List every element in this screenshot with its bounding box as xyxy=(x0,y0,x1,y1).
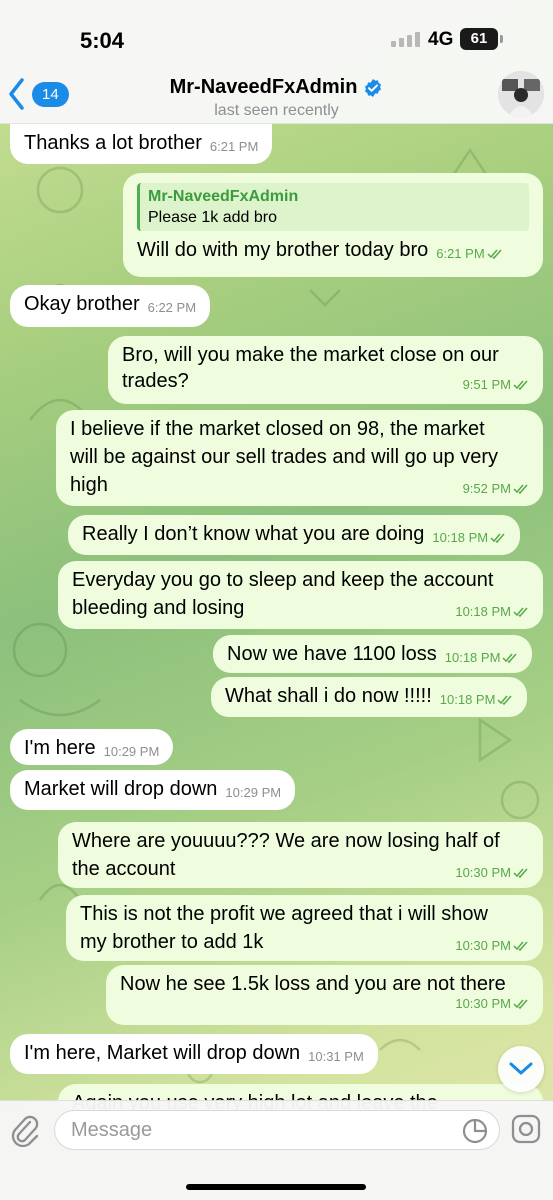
battery-icon: 61 xyxy=(460,28,503,50)
avatar-photo xyxy=(498,71,544,117)
message-time: 6:22 PM xyxy=(147,300,197,315)
double-check-icon xyxy=(497,695,512,706)
message-text: Market will drop down xyxy=(24,778,218,800)
message-text: Now we have 1100 loss xyxy=(227,643,437,665)
camera-icon[interactable] xyxy=(510,1113,542,1145)
message-outgoing[interactable]: Mr-NaveedFxAdmin Please 1k add bro Will … xyxy=(123,173,543,277)
message-outgoing[interactable]: Where are youuuu??? We are now losing ha… xyxy=(58,822,543,888)
double-check-icon xyxy=(513,868,528,879)
message-outgoing[interactable]: Now we have 1100 loss 10:18 PM xyxy=(213,635,533,673)
message-time: 10:29 PM xyxy=(225,785,282,800)
message-time: 10:18 PM xyxy=(432,524,506,552)
message-text: I believe if the market closed on 98, th… xyxy=(70,418,485,440)
double-check-icon xyxy=(490,533,505,544)
chat-header: 14 Mr-NaveedFxAdmin last seen recently xyxy=(0,70,553,124)
message-time: 9:52 PM xyxy=(70,481,529,497)
sticker-icon[interactable] xyxy=(461,1117,489,1145)
double-check-icon xyxy=(513,484,528,495)
message-text: Okay brother xyxy=(24,293,140,315)
message-outgoing[interactable]: Now he see 1.5k loss and you are not the… xyxy=(106,965,543,1025)
status-bar: 5:04 4G 61 xyxy=(0,0,553,70)
verified-badge-icon xyxy=(365,78,382,97)
message-outgoing[interactable]: Everyday you go to sleep and keep the ac… xyxy=(58,561,543,629)
avatar[interactable] xyxy=(498,71,544,117)
message-time: 10:29 PM xyxy=(103,744,160,759)
message-text: This is not the profit we agreed that i … xyxy=(80,903,488,925)
message-incoming[interactable]: Thanks a lot brother 6:21 PM xyxy=(10,124,273,164)
message-outgoing[interactable]: What shall i do now !!!!! 10:18 PM xyxy=(211,677,528,717)
reply-quote[interactable]: Mr-NaveedFxAdmin Please 1k add bro xyxy=(137,183,529,231)
message-time: 10:30 PM xyxy=(120,996,529,1012)
message-text: Thanks a lot brother xyxy=(24,132,202,154)
cellular-signal-icon xyxy=(391,32,420,47)
chat-title: Mr-NaveedFxAdmin xyxy=(169,76,358,98)
paperclip-icon[interactable] xyxy=(10,1113,40,1147)
chat-subtitle: last seen recently xyxy=(214,102,339,119)
message-incoming[interactable]: Okay brother 6:22 PM xyxy=(10,285,211,327)
double-check-icon xyxy=(513,380,528,391)
message-time: 6:21 PM xyxy=(436,240,502,268)
chevron-down-icon xyxy=(509,1062,533,1075)
double-check-icon xyxy=(513,999,528,1010)
message-outgoing[interactable]: Really I don’t know what you are doing 10… xyxy=(68,515,521,555)
message-incoming[interactable]: Market will drop down 10:29 PM xyxy=(10,770,296,810)
message-outgoing[interactable]: Bro, will you make the market close on o… xyxy=(108,336,543,404)
message-text: Where are youuuu??? We are now losing ha… xyxy=(72,830,500,852)
double-check-icon xyxy=(513,607,528,618)
chat-title-area[interactable]: Mr-NaveedFxAdmin last seen recently xyxy=(0,76,553,120)
message-text: will be against our sell trades and will… xyxy=(70,446,498,468)
network-type: 4G xyxy=(428,29,454,50)
message-incoming[interactable]: I'm here 10:29 PM xyxy=(10,729,174,765)
message-text: What shall i do now !!!!! xyxy=(225,685,432,707)
status-time: 5:04 xyxy=(80,28,125,53)
message-outgoing[interactable]: This is not the profit we agreed that i … xyxy=(66,895,543,961)
message-time: 6:21 PM xyxy=(209,139,259,154)
message-text: Will do with my brother today bro xyxy=(137,239,429,261)
message-input[interactable] xyxy=(71,1119,451,1142)
message-outgoing[interactable]: I believe if the market closed on 98, th… xyxy=(56,410,543,506)
reply-author: Mr-NaveedFxAdmin xyxy=(148,188,299,205)
message-text: Everyday you go to sleep and keep the ac… xyxy=(72,569,494,591)
scroll-down-button[interactable] xyxy=(498,1046,544,1092)
message-text: I'm here, Market will drop down xyxy=(24,1042,301,1064)
message-time: 10:18 PM xyxy=(440,686,514,714)
message-time: 10:31 PM xyxy=(308,1049,364,1064)
message-text: Really I don’t know what you are doing xyxy=(82,523,425,545)
reply-text: Please 1k add bro xyxy=(148,209,277,226)
message-time: 10:18 PM xyxy=(445,644,519,672)
double-check-icon xyxy=(513,941,528,952)
double-check-icon xyxy=(502,653,517,664)
double-check-icon xyxy=(487,249,502,260)
message-text: Bro, will you make the market close on o… xyxy=(122,344,499,366)
message-field[interactable] xyxy=(54,1110,500,1150)
home-indicator xyxy=(186,1184,366,1190)
message-incoming[interactable]: I'm here, Market will drop down 10:31 PM xyxy=(10,1034,378,1074)
message-text: Now he see 1.5k loss and you are not the… xyxy=(120,973,506,995)
message-text: I'm here xyxy=(24,737,96,759)
